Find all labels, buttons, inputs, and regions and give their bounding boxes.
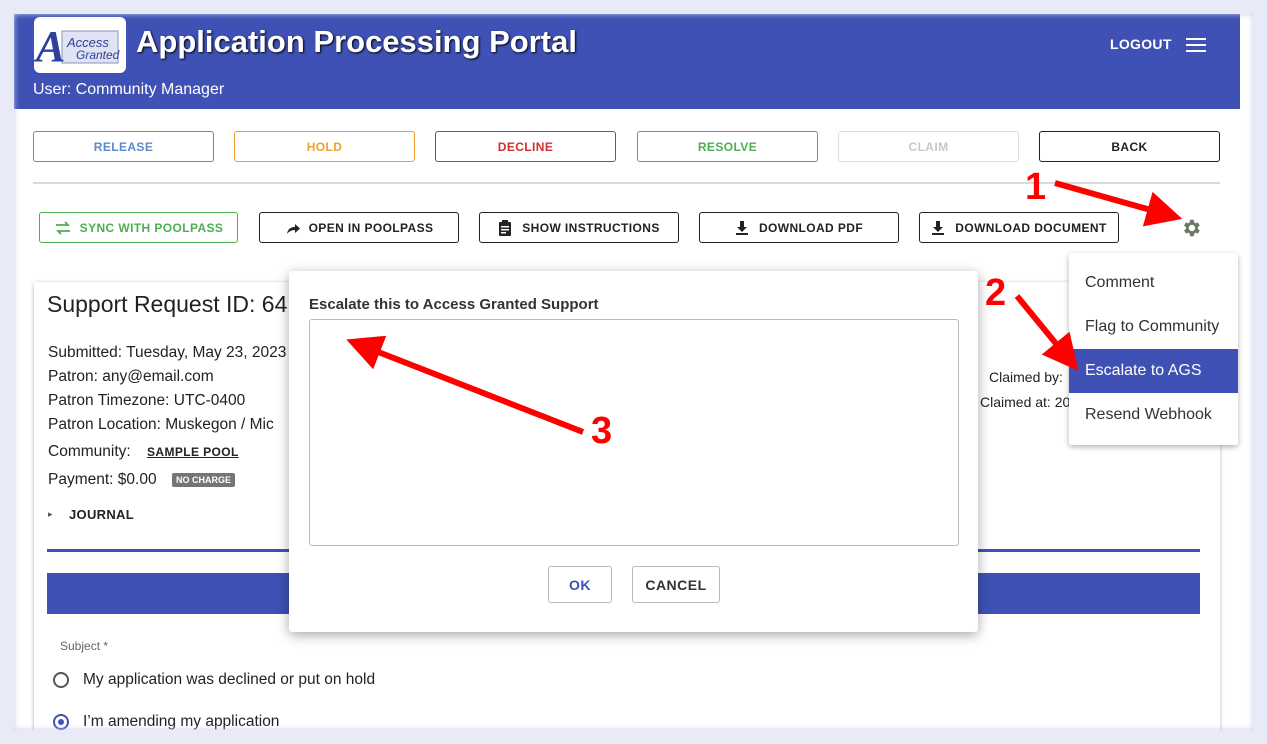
- page: A Access Granted Application Processing …: [14, 14, 1254, 744]
- community-link[interactable]: SAMPLE POOL: [147, 445, 239, 459]
- svg-text:A: A: [34, 22, 65, 71]
- menu-item-flag-to-community[interactable]: Flag to Community: [1069, 305, 1238, 349]
- gear-icon[interactable]: [1180, 217, 1202, 239]
- app-header: A Access Granted Application Processing …: [14, 14, 1240, 109]
- access-granted-logo: A Access Granted: [33, 17, 126, 73]
- open-label: OPEN IN POOLPASS: [308, 220, 434, 235]
- patron-location: Patron Location: Muskegon / Mic: [48, 416, 274, 433]
- no-charge-badge: NO CHARGE: [172, 473, 236, 487]
- claimed-by: Claimed by:: [989, 369, 1063, 385]
- hamburger-menu-icon[interactable]: [1186, 38, 1206, 54]
- submitted-date: Submitted: Tuesday, May 23, 2023: [48, 344, 287, 361]
- release-button[interactable]: RELEASE: [33, 131, 214, 162]
- support-request-id: Support Request ID: 64: [47, 291, 288, 317]
- escalation-message-input[interactable]: [309, 319, 959, 546]
- payment-amount: Payment: $0.00: [48, 471, 157, 488]
- app-title: Application Processing Portal: [136, 24, 577, 59]
- svg-text:Granted: Granted: [76, 48, 120, 62]
- expand-caret-icon[interactable]: ▸: [48, 509, 53, 520]
- patron-email: Patron: any@email.com: [48, 368, 214, 385]
- decline-button[interactable]: DECLINE: [435, 131, 616, 162]
- claim-button[interactable]: CLAIM: [838, 131, 1019, 162]
- annotation-number-1: 1: [1025, 166, 1047, 208]
- claimed-at: Claimed at: 20: [980, 394, 1071, 410]
- document-label: DOWNLOAD DOCUMENT: [955, 220, 1107, 235]
- menu-item-resend-webhook[interactable]: Resend Webhook: [1069, 393, 1238, 437]
- current-user: User: Community Manager: [33, 81, 225, 98]
- patron-timezone: Patron Timezone: UTC-0400: [48, 392, 246, 409]
- download-document-button[interactable]: DOWNLOAD DOCUMENT: [919, 212, 1119, 243]
- download-icon: [735, 220, 748, 235]
- resolve-button[interactable]: RESOLVE: [637, 131, 818, 162]
- sync-poolpass-button[interactable]: SYNC WITH POOLPASS: [39, 212, 238, 243]
- escalate-dialog: Escalate this to Access Granted Support …: [289, 271, 978, 632]
- radio-declined-or-hold[interactable]: [53, 672, 69, 688]
- back-button[interactable]: BACK: [1039, 131, 1220, 162]
- open-poolpass-button[interactable]: OPEN IN POOLPASS: [259, 212, 459, 243]
- menu-item-comment[interactable]: Comment: [1069, 261, 1238, 305]
- share-arrow-icon: [286, 223, 300, 234]
- option-amending: I’m amending my application: [83, 713, 280, 730]
- option-declined-or-hold: My application was declined or put on ho…: [83, 671, 376, 688]
- sync-label: SYNC WITH POOLPASS: [79, 220, 224, 235]
- ok-button[interactable]: OK: [548, 566, 612, 603]
- pdf-label: DOWNLOAD PDF: [758, 220, 864, 235]
- sync-icon: [55, 220, 70, 235]
- community-label: Community:: [48, 443, 131, 460]
- hold-button[interactable]: HOLD: [234, 131, 415, 162]
- show-instructions-button[interactable]: SHOW INSTRUCTIONS: [479, 212, 679, 243]
- menu-item-escalate-to-ags[interactable]: Escalate to AGS: [1069, 349, 1238, 393]
- subject-label: Subject *: [60, 639, 109, 653]
- settings-menu: Comment Flag to Community Escalate to AG…: [1069, 253, 1238, 445]
- logout-button[interactable]: LOGOUT: [1110, 36, 1172, 52]
- dialog-title: Escalate this to Access Granted Support: [309, 296, 599, 313]
- download-pdf-button[interactable]: DOWNLOAD PDF: [699, 212, 899, 243]
- annotation-number-2: 2: [985, 272, 1007, 314]
- annotation-number-3: 3: [591, 410, 613, 452]
- download-icon: [932, 220, 945, 235]
- clipboard-icon: [499, 219, 512, 236]
- instructions-label: SHOW INSTRUCTIONS: [522, 220, 660, 235]
- radio-amending[interactable]: [53, 714, 69, 730]
- journal-toggle[interactable]: JOURNAL: [69, 507, 134, 522]
- cancel-button[interactable]: CANCEL: [632, 566, 720, 603]
